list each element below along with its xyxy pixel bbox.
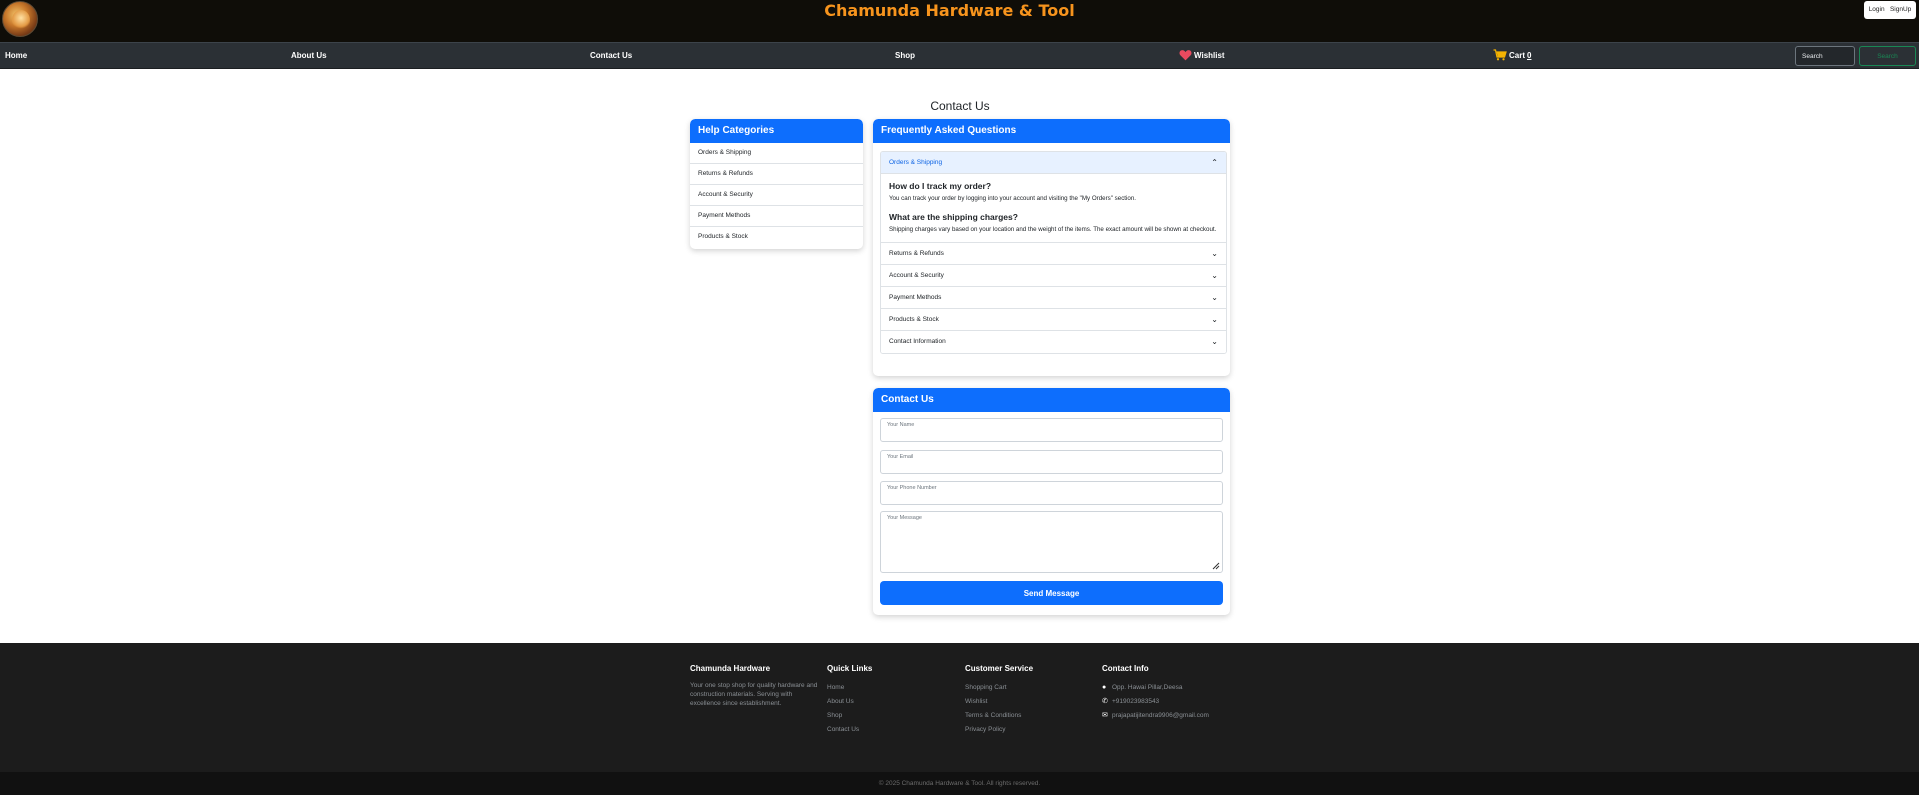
nav-cart[interactable]: Cart 0: [1493, 43, 1531, 69]
help-category-payment[interactable]: Payment Methods: [690, 206, 863, 227]
contact-form-card: Contact Us Your Name Your Email Your Pho…: [873, 388, 1230, 615]
page-title: Contact Us: [930, 99, 990, 113]
faq-section-payment-methods[interactable]: Payment Methods ⌄: [881, 287, 1226, 309]
faq-section-products-stock[interactable]: Products & Stock ⌄: [881, 309, 1226, 331]
site-title: Chamunda Hardware & Tool: [824, 1, 1075, 20]
footer-customer-service-heading: Customer Service: [965, 664, 1034, 673]
resize-handle-icon[interactable]: [1212, 562, 1220, 570]
help-categories-card: Help Categories Orders & Shipping Return…: [690, 119, 863, 249]
faq-section-title: Contact Information: [889, 338, 946, 345]
faq-answer: You can track your order by logging into…: [889, 195, 1136, 202]
chevron-down-icon: ⌄: [1211, 271, 1218, 280]
copyright-bar: © 2025 Chamunda Hardware & Tool. All rig…: [0, 772, 1919, 795]
chevron-down-icon: ⌄: [1211, 249, 1218, 258]
cart-label: Cart: [1509, 51, 1526, 60]
footer-link-cart[interactable]: Shopping Cart: [965, 681, 1095, 695]
footer-contact-info: Contact Info ● Opp. Hawai Pillar,Deesa ✆ +…: [1102, 663, 1232, 723]
chevron-down-icon: ⌄: [1211, 315, 1218, 324]
faq-question: How do I track my order?: [889, 181, 992, 191]
footer-customer-service: Customer Service Shopping Cart Wishlist …: [965, 663, 1095, 737]
contact-form-heading: Contact Us: [873, 388, 1230, 412]
footer-link-about[interactable]: About Us: [827, 695, 957, 709]
footer-email: ✉ prajapatijitendra9906@gmail.com: [1102, 709, 1232, 723]
help-category-account[interactable]: Account & Security: [690, 185, 863, 206]
location-pin-icon: ●: [1102, 684, 1107, 691]
footer-email-text: prajapatijitendra9906@gmail.com: [1112, 712, 1209, 719]
footer-phone-text: +919023983543: [1112, 698, 1160, 705]
faq-answer: Shipping charges vary based on your loca…: [889, 226, 1217, 233]
footer-quick-links-heading: Quick Links: [827, 664, 873, 673]
send-message-button[interactable]: Send Message: [880, 581, 1223, 605]
search-input[interactable]: [1795, 46, 1855, 66]
phone-field-label: Your Phone Number: [887, 485, 937, 491]
nav-contact[interactable]: Contact Us: [590, 43, 632, 69]
search-button[interactable]: Search: [1859, 46, 1916, 66]
wishlist-label: Wishlist: [1194, 51, 1225, 60]
faq-accordion: Orders & Shipping ⌃ How do I track my or…: [880, 151, 1227, 354]
faq-section-returns-refunds[interactable]: Returns & Refunds ⌄: [881, 243, 1226, 265]
heart-icon: [1179, 50, 1192, 61]
faq-heading: Frequently Asked Questions: [873, 119, 1230, 143]
login-link[interactable]: Login: [1869, 1, 1885, 19]
footer-link-terms[interactable]: Terms & Conditions: [965, 709, 1095, 723]
main-navbar: Home About Us Contact Us Shop Wishlist C…: [0, 42, 1919, 69]
nav-shop[interactable]: Shop: [895, 43, 915, 69]
help-category-returns[interactable]: Returns & Refunds: [690, 164, 863, 185]
footer-about-heading: Chamunda Hardware: [690, 664, 771, 673]
footer-quick-links: Quick Links Home About Us Shop Contact U…: [827, 663, 957, 737]
footer-phone: ✆ +919023983543: [1102, 695, 1232, 709]
help-categories-list: Orders & Shipping Returns & Refunds Acco…: [690, 143, 863, 248]
name-field-label: Your Name: [887, 422, 915, 428]
footer-link-shop[interactable]: Shop: [827, 709, 957, 723]
auth-box: Login SignUp: [1864, 1, 1916, 19]
chevron-up-icon: ⌃: [1211, 158, 1218, 167]
nav-about[interactable]: About Us: [291, 43, 327, 69]
faq-section-orders-shipping[interactable]: Orders & Shipping ⌃: [881, 152, 1226, 174]
help-category-products[interactable]: Products & Stock: [690, 227, 863, 248]
faq-section-body: How do I track my order? You can track y…: [881, 174, 1226, 243]
email-field-label: Your Email: [887, 454, 914, 460]
cart-icon: [1493, 49, 1507, 61]
footer-link-privacy[interactable]: Privacy Policy: [965, 723, 1095, 737]
footer-link-contact[interactable]: Contact Us: [827, 723, 957, 737]
signup-link[interactable]: SignUp: [1890, 1, 1911, 19]
message-field-label: Your Message: [887, 515, 922, 521]
faq-section-title: Payment Methods: [889, 294, 942, 301]
top-header: Chamunda Hardware & Tool Login SignUp: [0, 0, 1919, 42]
faq-section-title: Returns & Refunds: [889, 250, 944, 257]
faq-section-title: Orders & Shipping: [889, 159, 943, 166]
footer-address-text: Opp. Hawai Pillar,Deesa: [1112, 684, 1183, 691]
envelope-icon: ✉: [1102, 712, 1108, 719]
email-field[interactable]: Your Email: [880, 450, 1223, 474]
footer-contact-heading: Contact Info: [1102, 664, 1149, 673]
footer-about: Chamunda Hardware Your one stop shop for…: [690, 663, 820, 708]
site-footer: Chamunda Hardware Your one stop shop for…: [0, 643, 1919, 773]
nav-home[interactable]: Home: [5, 43, 27, 69]
footer-link-home[interactable]: Home: [827, 681, 957, 695]
faq-section-account-security[interactable]: Account & Security ⌄: [881, 265, 1226, 287]
footer-address: ● Opp. Hawai Pillar,Deesa: [1102, 681, 1232, 695]
chevron-down-icon: ⌄: [1211, 337, 1218, 346]
footer-link-wishlist[interactable]: Wishlist: [965, 695, 1095, 709]
nav-wishlist[interactable]: Wishlist: [1179, 43, 1225, 69]
footer-about-text: Your one stop shop for quality hardware …: [690, 682, 818, 707]
faq-question: What are the shipping charges?: [889, 212, 1018, 222]
name-field[interactable]: Your Name: [880, 418, 1223, 442]
faq-section-title: Account & Security: [889, 272, 944, 279]
faq-section-title: Products & Stock: [889, 316, 939, 323]
help-categories-heading: Help Categories: [690, 119, 863, 143]
faq-card: Frequently Asked Questions Orders & Ship…: [873, 119, 1230, 376]
faq-section-contact-information[interactable]: Contact Information ⌄: [881, 331, 1226, 353]
message-field[interactable]: Your Message: [880, 511, 1223, 573]
chevron-down-icon: ⌄: [1211, 293, 1218, 302]
cart-count: 0: [1527, 51, 1532, 60]
phone-icon: ✆: [1102, 698, 1108, 705]
help-category-orders[interactable]: Orders & Shipping: [690, 143, 863, 164]
phone-field[interactable]: Your Phone Number: [880, 481, 1223, 505]
